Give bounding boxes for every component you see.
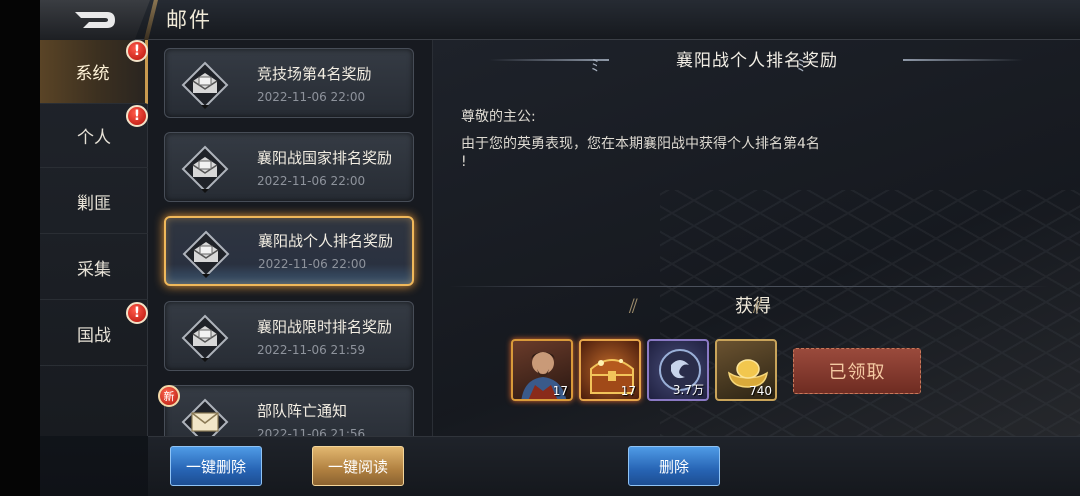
mail-title: 竞技场第4名奖励: [257, 65, 372, 83]
reward-qty: 17: [620, 384, 636, 398]
delete-all-button[interactable]: 一键删除: [170, 446, 262, 486]
alert-badge: !: [126, 105, 148, 127]
mail-date: 2022-11-06 22:00: [257, 90, 366, 104]
reward-qty: 740: [749, 384, 772, 398]
mail-item-selected[interactable]: 襄阳战个人排名奖励 2022-11-06 22:00: [164, 216, 414, 286]
tab-bandit[interactable]: 剿匪: [40, 170, 148, 234]
reward-qty: 3.7万: [672, 383, 704, 397]
new-badge: 新: [158, 385, 180, 407]
divider: [449, 286, 1049, 287]
mail-unread-icon: [179, 396, 231, 436]
mail-subject: 襄阳战个人排名奖励: [676, 51, 838, 71]
mail-opened-icon: [179, 59, 231, 111]
mail-title: 部队阵亡通知: [257, 402, 348, 420]
back-arrow-icon: [75, 12, 115, 28]
screen-left-edge: [0, 0, 40, 496]
mail-title: 襄阳战国家排名奖励: [257, 149, 393, 167]
category-sidebar: 系统 个人 剿匪 采集 国战: [40, 40, 148, 436]
mail-opened-icon: [179, 312, 231, 364]
mail-item[interactable]: 襄阳战国家排名奖励 2022-11-06 22:00: [164, 132, 414, 202]
reward-qty: 17: [552, 384, 568, 398]
mail-date: 2022-11-06 21:59: [257, 343, 366, 357]
mail-opened-icon: [180, 228, 232, 280]
mail-item[interactable]: 部队阵亡通知 2022-11-06 21:56: [164, 385, 414, 436]
tab-label: 国战: [77, 326, 111, 346]
alert-badge: !: [126, 302, 148, 324]
mail-screen: 邮件 系统 个人 剿匪 采集 国战 ! ! ! 竞技场第4名奖励 2022-11…: [40, 0, 1080, 496]
mail-date: 2022-11-06 22:00: [258, 257, 367, 271]
header-bar: 邮件: [40, 0, 1080, 40]
footer-bar: 一键删除 一键阅读 删除: [148, 436, 1080, 496]
tab-label: 采集: [77, 260, 111, 280]
mail-title: 襄阳战限时排名奖励: [257, 318, 393, 336]
delete-button[interactable]: 删除: [628, 446, 720, 486]
reward-silver-token[interactable]: 3.7万: [647, 339, 709, 401]
tab-label: 剿匪: [77, 194, 111, 214]
mail-opened-icon: [179, 143, 231, 195]
reward-treasure-chest[interactable]: 17: [579, 339, 641, 401]
back-button[interactable]: [40, 0, 150, 40]
right-wing-icon: ⫽: [753, 294, 762, 318]
mail-list[interactable]: 竞技场第4名奖励 2022-11-06 22:00 襄阳战国家排名奖励 2022…: [148, 40, 432, 436]
mail-date: 2022-11-06 21:56: [257, 427, 366, 436]
mail-detail-panel: ﾐ ﾐ 襄阳战个人排名奖励 尊敬的主公: 由于您的英勇表现，您在本期襄阳战中获得…: [432, 40, 1080, 436]
page-title: 邮件: [166, 8, 212, 32]
mail-greeting: 尊敬的主公:: [461, 109, 536, 125]
mail-item[interactable]: 竞技场第4名奖励 2022-11-06 22:00: [164, 48, 414, 118]
mail-item[interactable]: 襄阳战限时排名奖励 2022-11-06 21:59: [164, 301, 414, 371]
reward-gold-ingot[interactable]: 740: [715, 339, 777, 401]
alert-badge: !: [126, 40, 148, 62]
tab-gather[interactable]: 采集: [40, 236, 148, 300]
tab-label: 系统: [75, 64, 110, 84]
mail-body: 由于您的英勇表现，您在本期襄阳战中获得个人排名第4名: [461, 136, 820, 152]
read-all-button[interactable]: 一键阅读: [312, 446, 404, 486]
tab-label: 个人: [77, 128, 111, 148]
reward-hero-card[interactable]: 17: [511, 339, 573, 401]
claimed-button[interactable]: 已领取: [793, 348, 921, 394]
mail-body-continued: !: [461, 154, 467, 170]
mail-date: 2022-11-06 22:00: [257, 174, 366, 188]
mail-title: 襄阳战个人排名奖励: [258, 232, 394, 250]
